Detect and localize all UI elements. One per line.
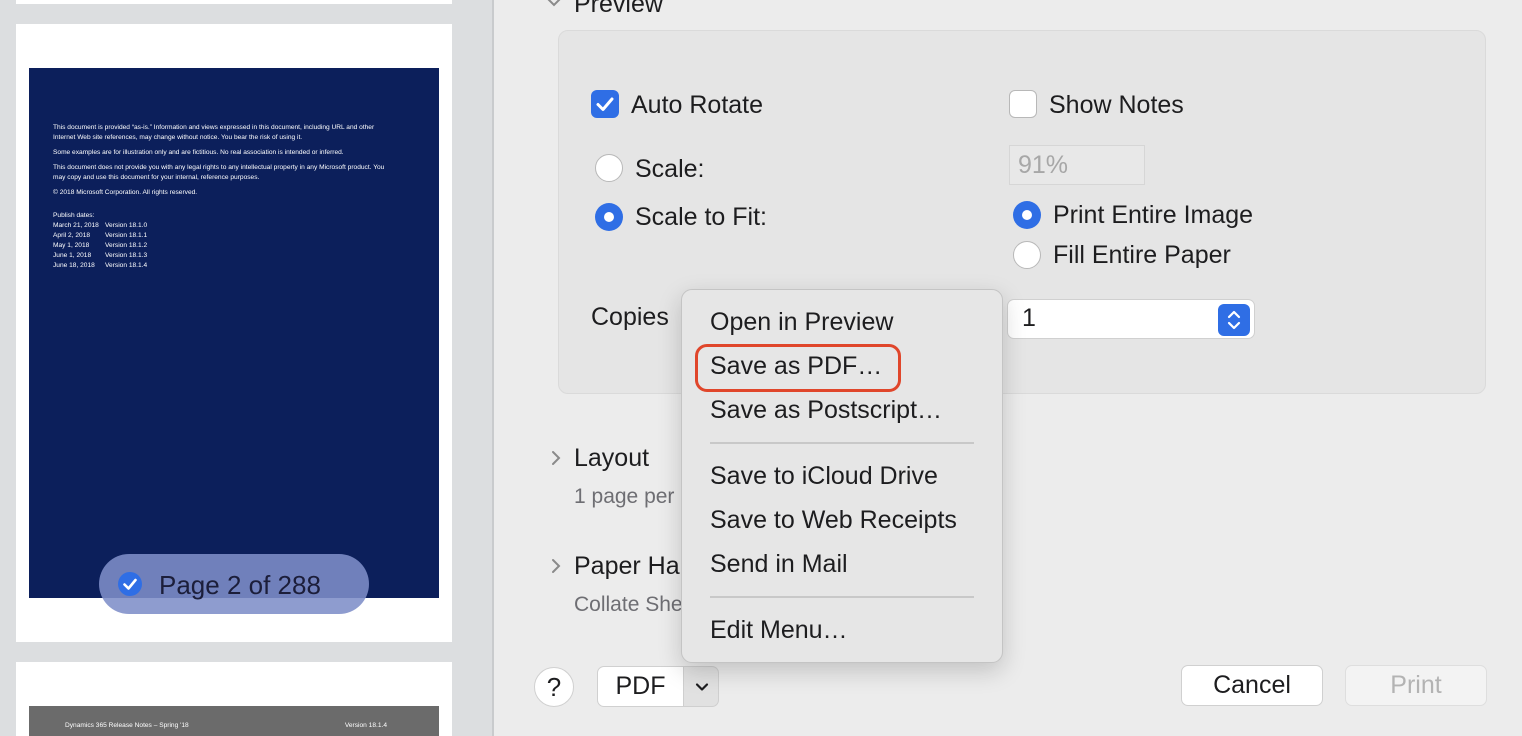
pdf-button[interactable]: PDF xyxy=(597,666,684,707)
menu-item-edit-menu[interactable]: Edit Menu… xyxy=(710,616,848,645)
preview-section-title[interactable]: Preview xyxy=(574,0,663,19)
menu-separator xyxy=(710,596,974,598)
doc-text-line: This document is provided “as-is.” Infor… xyxy=(53,124,375,131)
scale-label: Scale: xyxy=(635,155,705,183)
doc-text-line: Internet Web site references, may change… xyxy=(53,134,303,141)
fill-entire-paper-radio[interactable] xyxy=(1013,241,1041,269)
next-page-header: Dynamics 365 Release Notes – Spring '18 … xyxy=(29,706,439,736)
print-entire-image-label: Print Entire Image xyxy=(1053,201,1254,229)
auto-rotate-checkbox[interactable] xyxy=(591,90,619,118)
publish-date: June 18, 2018 xyxy=(53,262,95,269)
publish-version: Version 18.1.0 xyxy=(105,222,148,229)
menu-item-save-as-pdf[interactable]: Save as PDF… xyxy=(710,352,882,381)
document-page-preview: This document is provided “as-is.” Infor… xyxy=(29,68,439,598)
menu-item-save-to-icloud-drive[interactable]: Save to iCloud Drive xyxy=(710,462,938,491)
chevron-right-icon[interactable] xyxy=(546,556,566,576)
menu-item-save-to-web-receipts[interactable]: Save to Web Receipts xyxy=(710,506,957,535)
stepper-arrows-icon[interactable] xyxy=(1218,304,1250,336)
publish-version: Version 18.1.3 xyxy=(105,252,148,259)
publish-version: Version 18.1.2 xyxy=(105,242,148,249)
layout-section-summary: 1 page per xyxy=(574,485,675,508)
page-thumbnail-1[interactable] xyxy=(16,0,452,4)
chevron-right-icon[interactable] xyxy=(546,448,566,468)
fill-entire-paper-label: Fill Entire Paper xyxy=(1053,241,1231,269)
menu-item-send-in-mail[interactable]: Send in Mail xyxy=(710,550,848,579)
auto-rotate-label: Auto Rotate xyxy=(631,91,764,119)
next-page-version: Version 18.1.4 xyxy=(344,722,387,729)
scale-to-fit-label: Scale to Fit: xyxy=(635,203,767,231)
pdf-dropdown-menu: Open in Preview Save as PDF… Save as Pos… xyxy=(681,289,1003,663)
copies-value: 1 xyxy=(1022,304,1036,332)
doc-copyright: © 2018 Microsoft Corporation. All rights… xyxy=(53,189,198,196)
publish-date: April 2, 2018 xyxy=(53,232,91,239)
print-button[interactable]: Print xyxy=(1345,665,1487,706)
menu-item-save-as-postscript[interactable]: Save as Postscript… xyxy=(710,396,942,425)
scale-radio[interactable] xyxy=(595,154,623,182)
doc-publish-row: May 1, 2018 Version 18.1.2 xyxy=(53,241,415,251)
publish-version: Version 18.1.4 xyxy=(105,262,148,269)
checkmark-icon xyxy=(118,572,142,596)
paper-handling-section-summary: Collate She xyxy=(574,593,683,616)
menu-separator xyxy=(710,442,974,444)
doc-text-line: may copy and use this document for your … xyxy=(53,174,260,181)
help-button[interactable]: ? xyxy=(534,667,574,707)
publish-date: March 21, 2018 xyxy=(53,222,99,229)
doc-publish-row: June 18, 2018 Version 18.1.4 xyxy=(53,261,415,271)
paper-handling-section-title[interactable]: Paper Ha xyxy=(574,552,680,581)
show-notes-checkbox[interactable] xyxy=(1009,90,1037,118)
pdf-menu-toggle[interactable] xyxy=(683,666,719,707)
cancel-button[interactable]: Cancel xyxy=(1181,665,1323,706)
page-thumbnail-sidebar: This document is provided “as-is.” Infor… xyxy=(0,0,494,736)
page-thumbnail-2[interactable]: This document is provided “as-is.” Infor… xyxy=(16,24,452,642)
doc-text-line: This document does not provide you with … xyxy=(53,164,385,171)
doc-publish-row: June 1, 2018 Version 18.1.3 xyxy=(53,251,415,261)
publish-version: Version 18.1.1 xyxy=(105,232,148,239)
show-notes-label: Show Notes xyxy=(1049,91,1184,119)
copies-label: Copies xyxy=(591,303,669,331)
next-page-title: Dynamics 365 Release Notes – Spring '18 xyxy=(65,722,189,729)
scale-to-fit-radio[interactable] xyxy=(595,203,623,231)
doc-publish-heading: Publish dates: xyxy=(53,212,95,219)
page-count-label: Page 2 of 288 xyxy=(159,570,321,600)
page-thumbnail-3[interactable]: Dynamics 365 Release Notes – Spring '18 … xyxy=(16,662,452,736)
chevron-down-icon[interactable] xyxy=(544,0,564,12)
layout-section-title[interactable]: Layout xyxy=(574,444,649,473)
print-settings-panel: Preview Auto Rotate Show Notes Scale: Sc… xyxy=(494,0,1522,736)
scale-percent-input[interactable] xyxy=(1009,145,1145,185)
doc-publish-row: March 21, 2018 Version 18.1.0 xyxy=(53,221,415,231)
menu-item-open-in-preview[interactable]: Open in Preview xyxy=(710,308,893,337)
page-selection-badge[interactable]: Page 2 of 288 xyxy=(99,554,369,614)
publish-date: June 1, 2018 xyxy=(53,252,92,259)
print-entire-image-radio[interactable] xyxy=(1013,201,1041,229)
chevron-down-icon xyxy=(692,677,712,702)
doc-text-line: Some examples are for illustration only … xyxy=(53,149,344,156)
copies-stepper[interactable]: 1 xyxy=(1007,299,1255,339)
doc-publish-row: April 2, 2018 Version 18.1.1 xyxy=(53,231,415,241)
publish-date: May 1, 2018 xyxy=(53,242,90,249)
